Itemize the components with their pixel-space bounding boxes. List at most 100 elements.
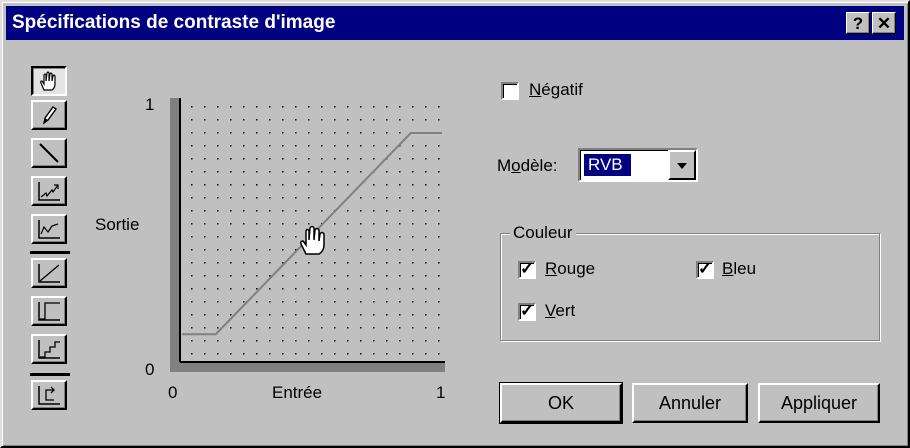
grid-dot <box>295 184 297 186</box>
red-checkbox[interactable]: ✓ <box>518 259 536 279</box>
cancel-button[interactable]: Annuler <box>632 383 748 423</box>
grid-dot <box>347 210 349 212</box>
grid-dot <box>243 119 245 121</box>
contrast-curve-graph[interactable] <box>170 98 445 378</box>
grid-dot <box>204 106 206 108</box>
grid-dot <box>217 132 219 134</box>
grid-dot <box>438 145 440 147</box>
grid-dot <box>230 197 232 199</box>
grid-dot <box>386 171 388 173</box>
grid-dot <box>204 236 206 238</box>
grid-dot <box>269 132 271 134</box>
grid-dot <box>425 301 427 303</box>
grid-dot <box>334 314 336 316</box>
help-button[interactable]: ? <box>846 12 870 34</box>
grid-dot <box>191 262 193 264</box>
grid-dot <box>295 119 297 121</box>
grid-dot <box>269 119 271 121</box>
grid-dot <box>256 288 258 290</box>
line-tool-button[interactable] <box>31 138 67 168</box>
hand-icon <box>40 71 56 91</box>
grid-dot <box>295 262 297 264</box>
grid-dot <box>217 249 219 251</box>
grid-dot <box>438 210 440 212</box>
grid-dot <box>230 171 232 173</box>
model-dropdown-button[interactable] <box>668 150 696 180</box>
grid-dot <box>438 275 440 277</box>
grid-dot <box>295 132 297 134</box>
grid-dot <box>230 275 232 277</box>
apply-button[interactable]: Appliquer <box>758 383 880 423</box>
grid-dot <box>425 223 427 225</box>
grid-dot <box>373 249 375 251</box>
preset-linear-button[interactable] <box>31 258 67 288</box>
grid-dot <box>347 158 349 160</box>
grid-dot <box>321 158 323 160</box>
y-axis-label: Sortie <box>95 215 140 234</box>
grid-dot <box>282 132 284 134</box>
grid-dot <box>334 275 336 277</box>
grid-dot <box>191 145 193 147</box>
grid-dot <box>230 236 232 238</box>
curve-tool-2-button[interactable] <box>31 214 67 244</box>
color-groupbox <box>500 233 880 341</box>
grid-dot <box>256 119 258 121</box>
grid-dot <box>438 197 440 199</box>
grid-dot <box>256 197 258 199</box>
x-axis-min-label: 0 <box>168 383 178 402</box>
grid-dot <box>256 184 258 186</box>
grid-dot <box>412 249 414 251</box>
title-bar[interactable]: Spécifications de contraste d'image ? ✕ <box>6 6 904 40</box>
grid-dot <box>347 353 349 355</box>
red-label[interactable]: Rouge <box>545 259 595 279</box>
grid-dot <box>412 184 414 186</box>
grid-dot <box>399 158 401 160</box>
grid-dot <box>191 327 193 329</box>
grid-dot <box>256 301 258 303</box>
grid-dot <box>321 340 323 342</box>
grid-dot <box>256 171 258 173</box>
preset-steps-button[interactable] <box>31 334 67 364</box>
pencil-tool-button[interactable] <box>31 100 67 130</box>
grid-dot <box>191 132 193 134</box>
threshold-curve-icon <box>38 302 60 321</box>
grid-dot <box>412 288 414 290</box>
grid-dot <box>334 132 336 134</box>
grid-dot <box>425 197 427 199</box>
grid-dot <box>282 223 284 225</box>
grid-dot <box>412 262 414 264</box>
curve-tool-1-button[interactable] <box>31 176 67 206</box>
grid-dot <box>282 327 284 329</box>
grid-dot <box>438 288 440 290</box>
negative-label[interactable]: Négatif <box>529 80 583 100</box>
grid-dot <box>412 301 414 303</box>
grid-dot <box>269 301 271 303</box>
grid-dot <box>399 327 401 329</box>
grid-dot <box>360 106 362 108</box>
grid-dot <box>360 275 362 277</box>
grid-dot <box>321 132 323 134</box>
grid-dot <box>360 301 362 303</box>
green-checkbox[interactable]: ✓ <box>518 301 536 321</box>
grid-dot <box>217 223 219 225</box>
close-button[interactable]: ✕ <box>872 12 896 34</box>
blue-checkbox[interactable]: ✓ <box>696 259 714 279</box>
ok-button[interactable]: OK <box>499 382 623 424</box>
hand-tool-button[interactable] <box>31 66 67 96</box>
grid-dot <box>230 223 232 225</box>
grid-dot <box>204 145 206 147</box>
negative-checkbox[interactable] <box>501 82 519 100</box>
grid-dot <box>282 197 284 199</box>
grid-dot <box>399 301 401 303</box>
green-label[interactable]: Vert <box>545 301 575 321</box>
grid-dot <box>256 327 258 329</box>
model-select[interactable]: RVB <box>578 148 698 182</box>
reset-tool-button[interactable] <box>31 380 67 410</box>
grid-dot <box>360 236 362 238</box>
grid-dot <box>256 340 258 342</box>
grid-dot <box>295 301 297 303</box>
grid-dot <box>386 197 388 199</box>
grid-dot <box>191 158 193 160</box>
preset-threshold-button[interactable] <box>31 296 67 326</box>
blue-label[interactable]: Bleu <box>722 259 756 279</box>
